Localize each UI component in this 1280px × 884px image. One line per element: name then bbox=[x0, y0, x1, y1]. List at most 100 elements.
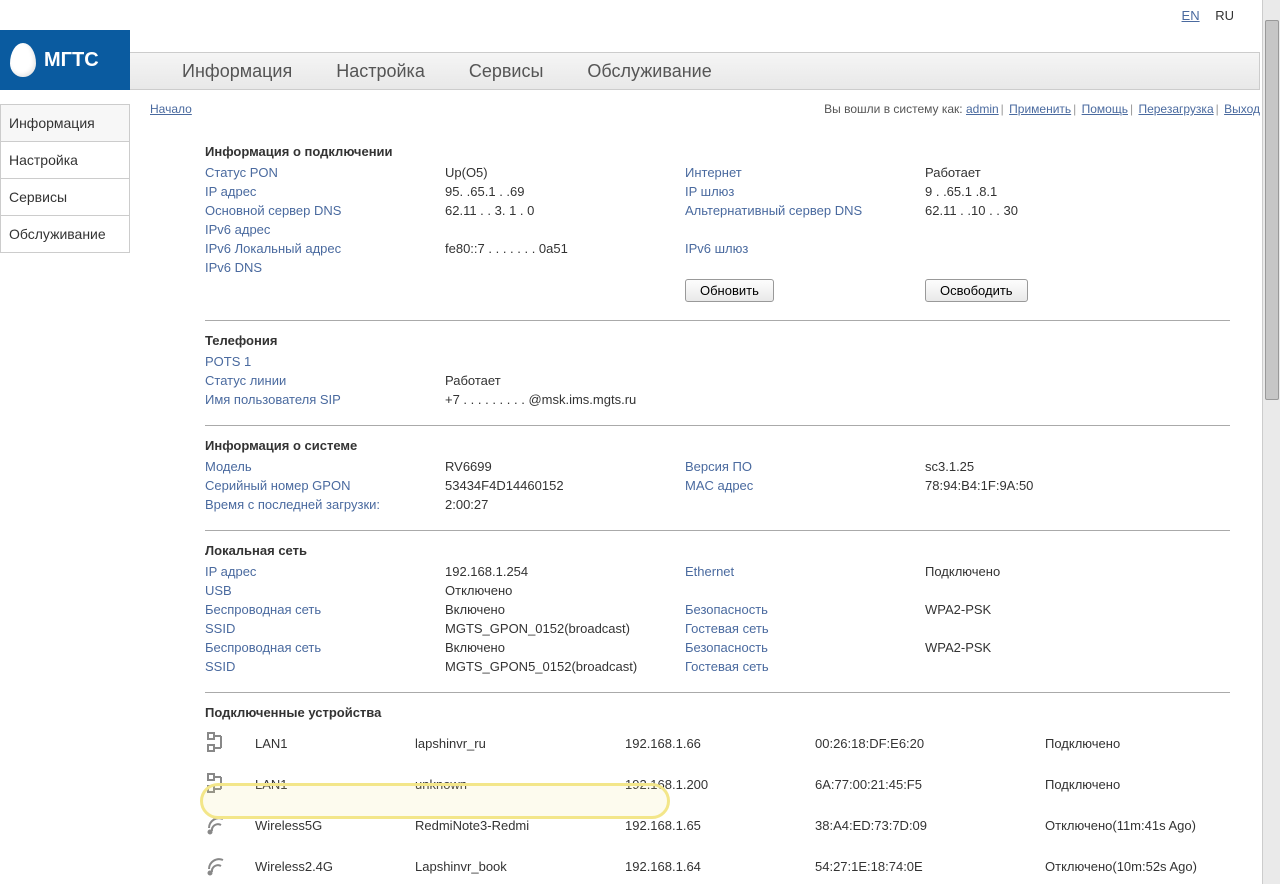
sidenav-services[interactable]: Сервисы bbox=[0, 179, 130, 216]
logo-icon bbox=[10, 43, 36, 77]
label-serial[interactable]: Серийный номер GPON bbox=[205, 478, 445, 493]
label-ipv6dns[interactable]: IPv6 DNS bbox=[205, 260, 445, 275]
value-dns1: 62.11 . . 3. 1 . 0 bbox=[445, 203, 685, 218]
sidenav-maintenance[interactable]: Обслуживание bbox=[0, 216, 130, 253]
device-name: lapshinvr_ru bbox=[415, 736, 625, 751]
value-uptime: 2:00:27 bbox=[445, 497, 685, 512]
scrollbar-thumb[interactable] bbox=[1265, 20, 1279, 400]
device-status: Отключено(10m:52s Ago) bbox=[1045, 859, 1225, 874]
side-navigation: Информация Настройка Сервисы Обслуживани… bbox=[0, 104, 130, 253]
divider bbox=[205, 530, 1230, 531]
value-firmware: sc3.1.25 bbox=[925, 459, 1165, 474]
label-internet[interactable]: Интернет bbox=[685, 165, 925, 180]
topnav-settings[interactable]: Настройка bbox=[314, 61, 447, 82]
device-name: unknown bbox=[415, 777, 625, 792]
label-mac[interactable]: MAC адрес bbox=[685, 478, 925, 493]
label-pots1[interactable]: POTS 1 bbox=[205, 354, 445, 369]
device-mac: 54:27:1E:18:74:0E bbox=[815, 859, 1045, 874]
label-ipv6ll[interactable]: IPv6 Локальный адрес bbox=[205, 241, 445, 256]
ethernet-icon bbox=[205, 771, 255, 798]
section-system-title: Информация о системе bbox=[205, 438, 1260, 453]
topnav-info[interactable]: Информация bbox=[160, 61, 314, 82]
value-lan-ip: 192.168.1.254 bbox=[445, 564, 685, 579]
value-usb: Отключено bbox=[445, 583, 685, 598]
lang-ru[interactable]: RU bbox=[1215, 8, 1234, 23]
label-ipv6gw[interactable]: IPv6 шлюз bbox=[685, 241, 925, 256]
label-pon-status[interactable]: Статус PON bbox=[205, 165, 445, 180]
device-status: Отключено(11m:41s Ago) bbox=[1045, 818, 1225, 833]
breadcrumb-home[interactable]: Начало bbox=[150, 102, 192, 116]
topnav-services[interactable]: Сервисы bbox=[447, 61, 566, 82]
device-ip: 192.168.1.64 bbox=[625, 859, 815, 874]
label-firmware[interactable]: Версия ПО bbox=[685, 459, 925, 474]
wifi-icon bbox=[205, 812, 255, 839]
value-internet: Работает bbox=[925, 165, 1165, 180]
device-iface: LAN1 bbox=[255, 777, 415, 792]
value-sip-user: +7 . . . . . . . . . @msk.ims.mgts.ru bbox=[445, 392, 685, 407]
label-wireless1[interactable]: Беспроводная сеть bbox=[205, 602, 445, 617]
value-ethernet: Подключено bbox=[925, 564, 1165, 579]
device-name: Lapshinvr_book bbox=[415, 859, 625, 874]
release-button[interactable]: Освободить bbox=[925, 279, 1028, 302]
device-status: Подключено bbox=[1045, 777, 1225, 792]
device-ip: 192.168.1.66 bbox=[625, 736, 815, 751]
refresh-button[interactable]: Обновить bbox=[685, 279, 774, 302]
sidenav-info[interactable]: Информация bbox=[0, 104, 130, 142]
label-gateway[interactable]: IP шлюз bbox=[685, 184, 925, 199]
label-ssid2[interactable]: SSID bbox=[205, 659, 445, 674]
ethernet-icon bbox=[205, 730, 255, 757]
value-wireless2: Включено bbox=[445, 640, 685, 655]
label-lan-ip[interactable]: IP адрес bbox=[205, 564, 445, 579]
label-uptime[interactable]: Время с последней загрузки: bbox=[205, 497, 445, 512]
divider bbox=[205, 320, 1230, 321]
device-name: RedmiNote3-Redmi bbox=[415, 818, 625, 833]
value-ip: 95. .65.1 . .69 bbox=[445, 184, 685, 199]
section-phone-title: Телефония bbox=[205, 333, 1260, 348]
scrollbar[interactable] bbox=[1262, 0, 1280, 884]
label-wireless2[interactable]: Беспроводная сеть bbox=[205, 640, 445, 655]
logo-text: МГТС bbox=[44, 49, 99, 72]
link-logout[interactable]: Выход bbox=[1224, 102, 1260, 116]
link-reboot[interactable]: Перезагрузка bbox=[1138, 102, 1213, 116]
label-ip[interactable]: IP адрес bbox=[205, 184, 445, 199]
link-admin[interactable]: admin bbox=[966, 102, 999, 116]
label-ssid1[interactable]: SSID bbox=[205, 621, 445, 636]
value-ipv6ll: fe80::7 . . . . . . . 0a51 bbox=[445, 241, 685, 256]
label-dns1[interactable]: Основной сервер DNS bbox=[205, 203, 445, 218]
device-iface: Wireless2.4G bbox=[255, 859, 415, 874]
value-model: RV6699 bbox=[445, 459, 685, 474]
topnav-maintenance[interactable]: Обслуживание bbox=[565, 61, 733, 82]
label-dns2[interactable]: Альтернативный сервер DNS bbox=[685, 203, 925, 218]
label-usb[interactable]: USB bbox=[205, 583, 445, 598]
section-lan-title: Локальная сеть bbox=[205, 543, 1260, 558]
label-security1[interactable]: Безопасность bbox=[685, 602, 925, 617]
value-line-status: Работает bbox=[445, 373, 685, 388]
label-guest1[interactable]: Гостевая сеть bbox=[685, 621, 925, 636]
label-model[interactable]: Модель bbox=[205, 459, 445, 474]
top-navigation: Информация Настройка Сервисы Обслуживани… bbox=[130, 52, 1260, 90]
device-mac: 38:A4:ED:73:7D:09 bbox=[815, 818, 1045, 833]
value-ssid1: MGTS_GPON_0152(broadcast) bbox=[445, 621, 685, 636]
label-ipv6[interactable]: IPv6 адрес bbox=[205, 222, 445, 237]
value-gateway: 9 . .65.1 .8.1 bbox=[925, 184, 1165, 199]
lang-en[interactable]: EN bbox=[1182, 8, 1200, 23]
language-switcher: EN RU bbox=[0, 0, 1260, 30]
device-mac: 00:26:18:DF:E6:20 bbox=[815, 736, 1045, 751]
link-apply[interactable]: Применить bbox=[1009, 102, 1071, 116]
label-ethernet[interactable]: Ethernet bbox=[685, 564, 925, 579]
label-security2[interactable]: Безопасность bbox=[685, 640, 925, 655]
value-security2: WPA2-PSK bbox=[925, 640, 1165, 655]
value-security1: WPA2-PSK bbox=[925, 602, 1165, 617]
device-iface: Wireless5G bbox=[255, 818, 415, 833]
login-status: Вы вошли в систему как: admin| Применить… bbox=[824, 102, 1260, 116]
section-connection-title: Информация о подключении bbox=[205, 144, 1260, 159]
link-help[interactable]: Помощь bbox=[1082, 102, 1128, 116]
label-sip-user[interactable]: Имя пользователя SIP bbox=[205, 392, 445, 407]
value-ssid2: MGTS_GPON5_0152(broadcast) bbox=[445, 659, 685, 674]
label-line-status[interactable]: Статус линии bbox=[205, 373, 445, 388]
sidenav-settings[interactable]: Настройка bbox=[0, 142, 130, 179]
device-mac: 6A:77:00:21:45:F5 bbox=[815, 777, 1045, 792]
value-mac: 78:94:B4:1F:9A:50 bbox=[925, 478, 1165, 493]
device-ip: 192.168.1.200 bbox=[625, 777, 815, 792]
label-guest2[interactable]: Гостевая сеть bbox=[685, 659, 925, 674]
